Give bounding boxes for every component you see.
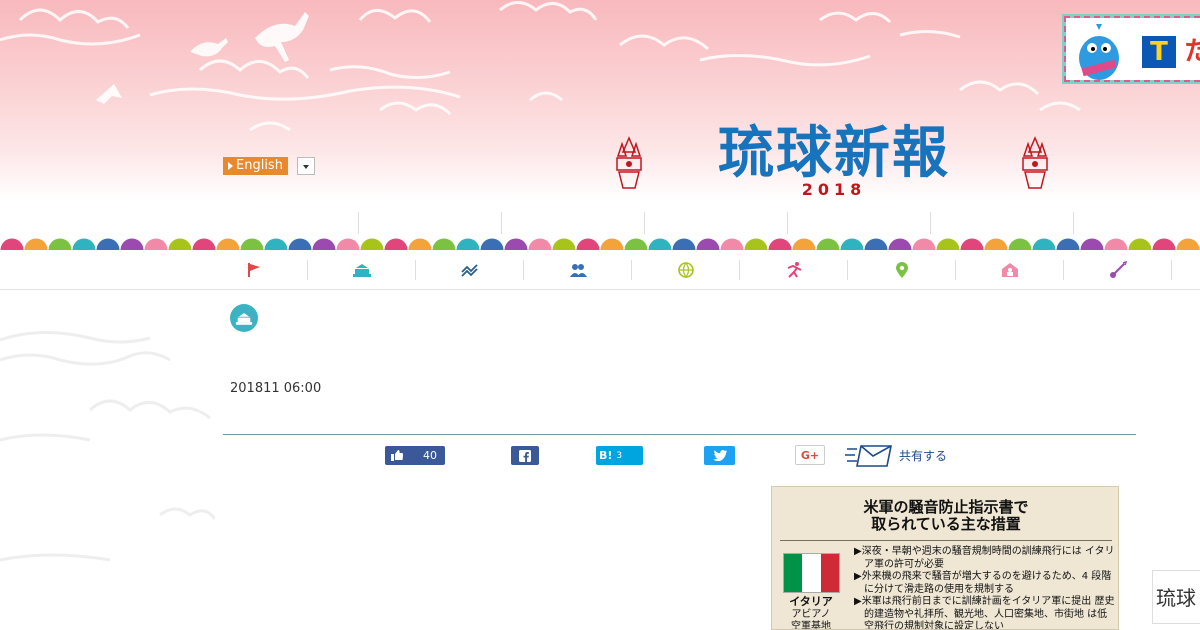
article-figure: 米軍の騒音防止指示書で 取られている主な措置 イタリア アビアノ 空軍基地 ▶深… — [771, 486, 1119, 630]
language-label: English — [236, 158, 283, 173]
cloud-pattern-background — [0, 331, 215, 562]
category-society[interactable] — [524, 252, 632, 288]
wave-pattern-divider — [0, 238, 1200, 250]
globe-icon — [678, 262, 694, 278]
figure-country: イタリア — [789, 595, 833, 608]
category-culture[interactable] — [1064, 252, 1172, 288]
top-nav-item[interactable] — [502, 212, 645, 234]
ad-banner[interactable]: T た — [1062, 14, 1200, 84]
hatena-count: 3 — [616, 450, 623, 461]
share-all-button[interactable]: 共有する — [845, 443, 947, 467]
top-navigation — [216, 212, 1200, 234]
site-logo[interactable]: 琉球新報 — [684, 122, 984, 184]
government-building-icon — [235, 312, 253, 325]
twitter-icon — [712, 450, 727, 461]
floating-logo-badge[interactable]: 琉球 — [1152, 570, 1200, 624]
envelope-icon — [845, 445, 892, 467]
italy-flag-icon — [783, 553, 840, 593]
top-nav-item[interactable] — [216, 212, 359, 234]
figure-bullet: ▶外来機の飛来で騒音が増大するのを避けるため、4 段階に分けて滑走路の使用を規制… — [854, 571, 1112, 595]
location-pin-icon — [896, 262, 908, 278]
top-nav-item[interactable] — [645, 212, 788, 234]
article-category-badge[interactable] — [230, 304, 258, 332]
mascot-icon — [1079, 24, 1119, 80]
language-dropdown-toggle[interactable] — [297, 157, 315, 175]
facebook-like-count: 40 — [423, 449, 437, 462]
figure-title-line2: 取られている主な措置 — [871, 515, 1021, 533]
article-separator — [223, 434, 1136, 435]
figure-base: アビアノ 空軍基地 — [778, 609, 844, 630]
category-navigation — [200, 252, 1200, 288]
hatena-label: B! — [599, 449, 613, 462]
category-economy[interactable] — [416, 252, 524, 288]
hatena-bookmark-button[interactable]: B! 3 — [596, 446, 643, 465]
facebook-like-button[interactable]: 40 — [385, 446, 445, 465]
kadomatsu-icon-left — [616, 136, 642, 189]
top-nav-item[interactable] — [359, 212, 502, 234]
language-button[interactable]: English — [223, 157, 288, 175]
runner-icon — [787, 262, 802, 278]
facebook-icon — [519, 449, 531, 462]
category-government[interactable] — [308, 252, 416, 288]
category-nav-border — [0, 289, 1200, 290]
figure-rule — [780, 540, 1112, 541]
kadomatsu-icon-right — [1022, 136, 1048, 189]
category-lifestyle[interactable] — [956, 252, 1064, 288]
site-header: T た English 琉球新報 2018 — [0, 0, 1200, 200]
ad-t-logo: T — [1142, 36, 1176, 68]
figure-base-line1: アビアノ — [791, 609, 831, 620]
trend-chart-icon — [461, 264, 478, 277]
people-icon — [570, 264, 587, 277]
thumbs-up-icon — [391, 450, 403, 461]
category-international[interactable] — [632, 252, 740, 288]
house-icon — [1002, 263, 1018, 277]
figure-title-line1: 米軍の騒音防止指示書で — [863, 498, 1029, 516]
article-date: 201811 06:00 — [230, 381, 322, 396]
figure-bullets: ▶深夜・早朝や週末の騒音規制時間の訓練飛行には イタリア軍の許可が必要 ▶外来機… — [854, 546, 1116, 630]
top-nav-item[interactable] — [931, 212, 1074, 234]
share-all-label: 共有する — [899, 448, 948, 463]
top-nav-item[interactable] — [788, 212, 931, 234]
facebook-share-button[interactable] — [511, 446, 539, 465]
caret-right-icon — [228, 162, 233, 170]
category-politics[interactable] — [200, 252, 308, 288]
figure-bullet: ▶深夜・早朝や週末の騒音規制時間の訓練飛行には イタリア軍の許可が必要 — [854, 546, 1115, 570]
ad-text: た — [1184, 36, 1200, 68]
sanshin-icon — [1110, 261, 1127, 278]
google-plus-button[interactable]: G+ — [795, 445, 825, 465]
figure-bullet: ▶米軍は飛行前日までに訓練計画をイタリア軍に提出 歴史的建造物や礼拝所、観光地、… — [854, 596, 1115, 630]
logo-year: 2018 — [801, 180, 867, 199]
page: T た English 琉球新報 2018 — [0, 0, 1200, 630]
flag-icon — [248, 263, 260, 277]
government-building-icon — [353, 264, 371, 277]
chevron-down-icon — [303, 165, 309, 169]
figure-base-line2: 空軍基地 — [791, 621, 831, 630]
twitter-share-button[interactable] — [704, 446, 735, 465]
category-local[interactable] — [848, 252, 956, 288]
figure-title: 米軍の騒音防止指示書で 取られている主な措置 — [772, 498, 1118, 533]
category-sports[interactable] — [740, 252, 848, 288]
